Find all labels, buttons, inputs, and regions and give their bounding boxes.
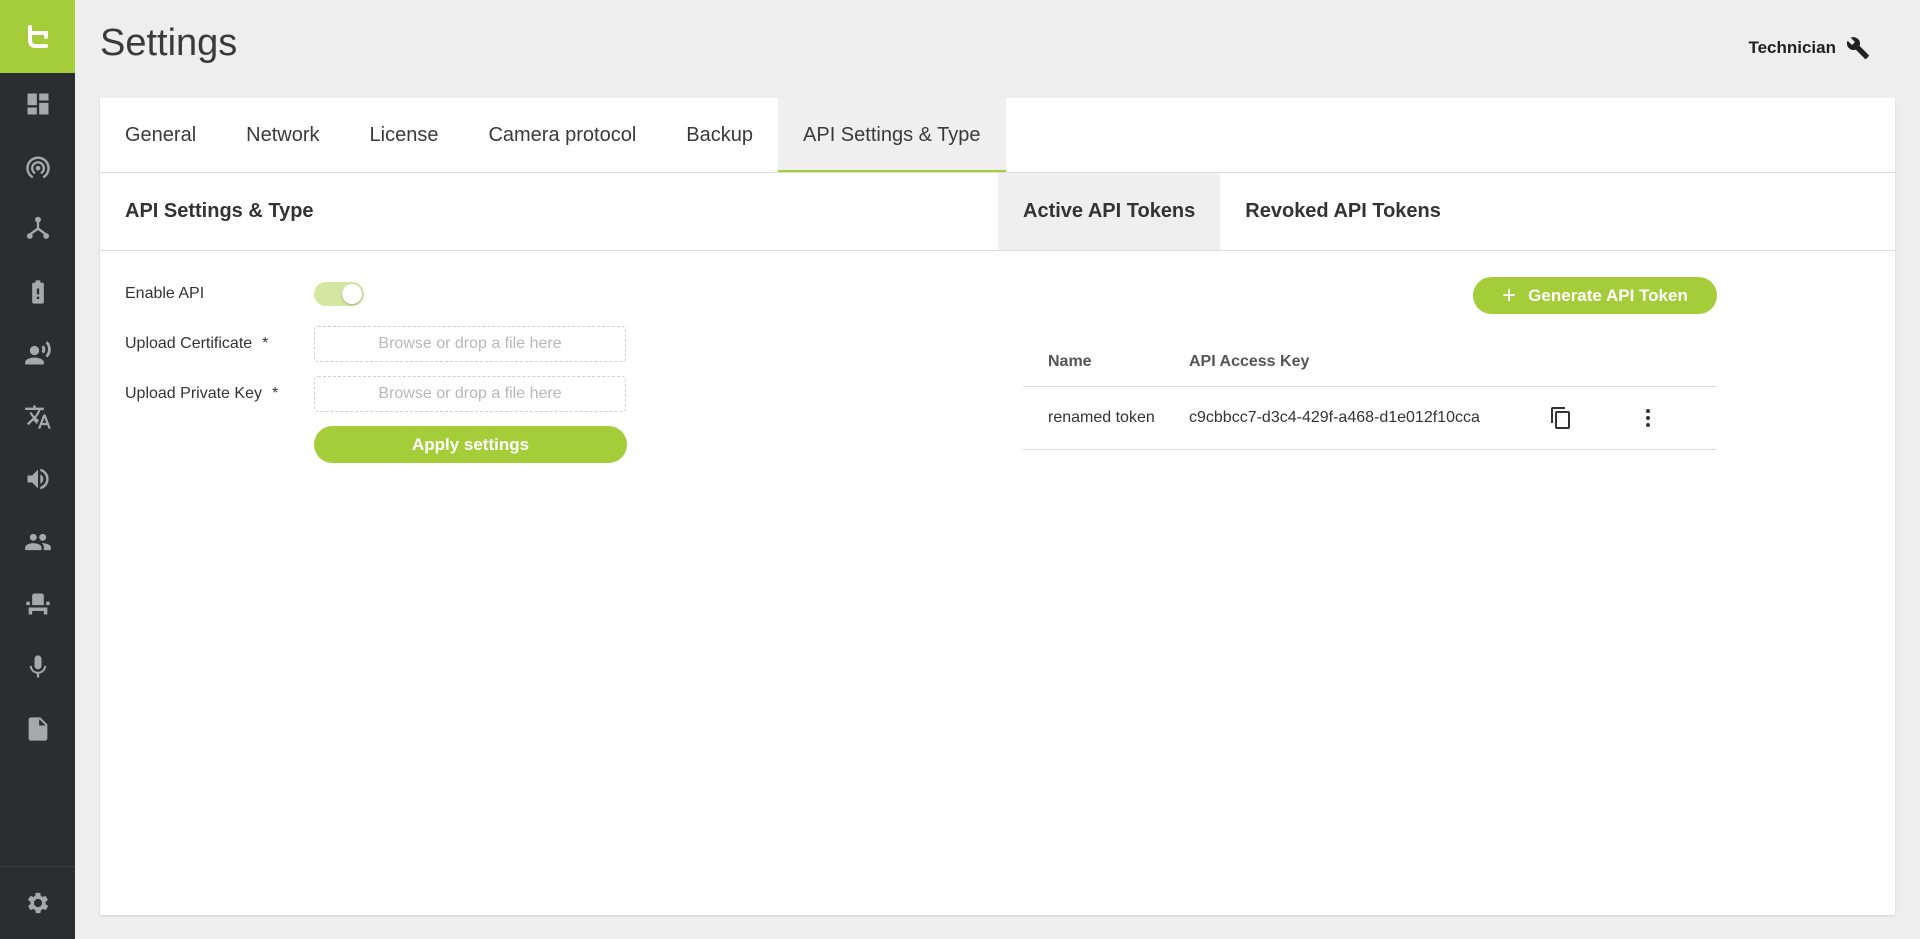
required-mark: * bbox=[262, 335, 269, 352]
token-name: renamed token bbox=[1048, 409, 1155, 426]
nav-network[interactable] bbox=[0, 198, 75, 261]
copy-key-button[interactable] bbox=[1549, 406, 1636, 430]
column-api-key: API Access Key bbox=[1189, 353, 1310, 370]
microphone-icon bbox=[29, 655, 46, 678]
nav-battery[interactable] bbox=[0, 261, 75, 324]
nav-documents[interactable] bbox=[0, 698, 75, 761]
settings-card: General Network License Camera protocol … bbox=[100, 98, 1895, 915]
tab-general[interactable]: General bbox=[100, 98, 221, 172]
tab-active-tokens[interactable]: Active API Tokens bbox=[998, 173, 1221, 250]
plus-icon: + bbox=[1502, 281, 1517, 309]
nav-dashboard[interactable] bbox=[0, 73, 75, 136]
tab-revoked-tokens[interactable]: Revoked API Tokens bbox=[1220, 173, 1466, 250]
generate-api-token-label: Generate API Token bbox=[1528, 285, 1688, 305]
copy-icon bbox=[1551, 407, 1570, 429]
column-name: Name bbox=[1048, 353, 1092, 370]
required-mark: * bbox=[271, 385, 279, 402]
volume-icon bbox=[27, 468, 49, 490]
nav-broadcast[interactable] bbox=[0, 136, 75, 199]
tokens-table: Name API Access Key renamed token c9cbbc… bbox=[1023, 338, 1717, 450]
wrench-icon bbox=[1846, 37, 1869, 59]
more-vertical-icon bbox=[1646, 409, 1650, 427]
nav-speaker[interactable] bbox=[0, 323, 75, 386]
tab-license[interactable]: License bbox=[345, 98, 464, 172]
certificate-drop-zone[interactable]: Browse or drop a file here bbox=[314, 326, 626, 362]
user-role-label: Technician bbox=[1748, 38, 1836, 57]
battery-alert-icon bbox=[31, 280, 44, 304]
settings-tabs: General Network License Camera protocol … bbox=[100, 98, 1895, 173]
tab-api-settings[interactable]: API Settings & Type bbox=[778, 98, 1006, 172]
people-icon bbox=[24, 533, 51, 550]
upload-certificate-row: Upload Certificate * Browse or drop a fil… bbox=[125, 326, 626, 362]
row-menu-button[interactable] bbox=[1636, 406, 1717, 430]
apply-settings-button[interactable]: Apply settings bbox=[314, 426, 627, 463]
upload-certificate-text: Upload Certificate bbox=[125, 335, 253, 352]
token-tabs: Active API Tokens Revoked API Tokens bbox=[998, 173, 1466, 250]
app-logo[interactable] bbox=[0, 0, 75, 73]
network-icon bbox=[26, 217, 49, 240]
nav-volume[interactable] bbox=[0, 448, 75, 511]
table-header: Name API Access Key bbox=[1023, 338, 1717, 387]
generate-api-token-button[interactable]: + Generate API Token bbox=[1473, 277, 1717, 314]
gear-icon bbox=[27, 892, 48, 914]
seat-icon bbox=[25, 593, 50, 615]
enable-api-toggle[interactable] bbox=[314, 282, 364, 306]
enable-api-label: Enable API bbox=[125, 285, 205, 302]
translate-icon bbox=[24, 405, 51, 429]
nav-microphone[interactable] bbox=[0, 636, 75, 699]
toggle-knob bbox=[342, 284, 362, 304]
logo-icon bbox=[27, 24, 48, 48]
page-title: Settings bbox=[100, 22, 238, 64]
user-menu[interactable]: Technician bbox=[1748, 36, 1870, 60]
nav-people[interactable] bbox=[0, 511, 75, 574]
tab-camera-protocol[interactable]: Camera protocol bbox=[463, 98, 661, 172]
document-icon bbox=[28, 717, 47, 741]
upload-certificate-label: Upload Certificate * bbox=[125, 335, 314, 353]
tab-backup[interactable]: Backup bbox=[661, 98, 778, 172]
dashboard-icon bbox=[27, 93, 48, 115]
tab-network[interactable]: Network bbox=[221, 98, 344, 172]
nav-seats[interactable] bbox=[0, 573, 75, 636]
section-header: API Settings & Type Active API Tokens Re… bbox=[100, 173, 1895, 251]
broadcast-icon bbox=[25, 156, 50, 179]
sidebar-nav bbox=[0, 73, 75, 761]
enable-api-row: Enable API bbox=[125, 282, 364, 306]
section-title: API Settings & Type bbox=[125, 200, 314, 222]
table-row: renamed token c9cbbcc7-d3c4-429f-a468-d1… bbox=[1023, 387, 1717, 450]
upload-private-key-row: Upload Private Key * Browse or drop a fil… bbox=[125, 376, 626, 412]
upload-private-key-label: Upload Private Key * bbox=[125, 385, 314, 403]
nav-translate[interactable] bbox=[0, 386, 75, 449]
sidebar bbox=[0, 0, 75, 939]
upload-private-key-text: Upload Private Key bbox=[125, 385, 262, 402]
nav-settings[interactable] bbox=[0, 866, 75, 939]
speaker-person-icon bbox=[24, 341, 51, 365]
token-key: c9cbbcc7-d3c4-429f-a468-d1e012f10cca bbox=[1189, 409, 1480, 426]
private-key-drop-zone[interactable]: Browse or drop a file here bbox=[314, 376, 626, 412]
